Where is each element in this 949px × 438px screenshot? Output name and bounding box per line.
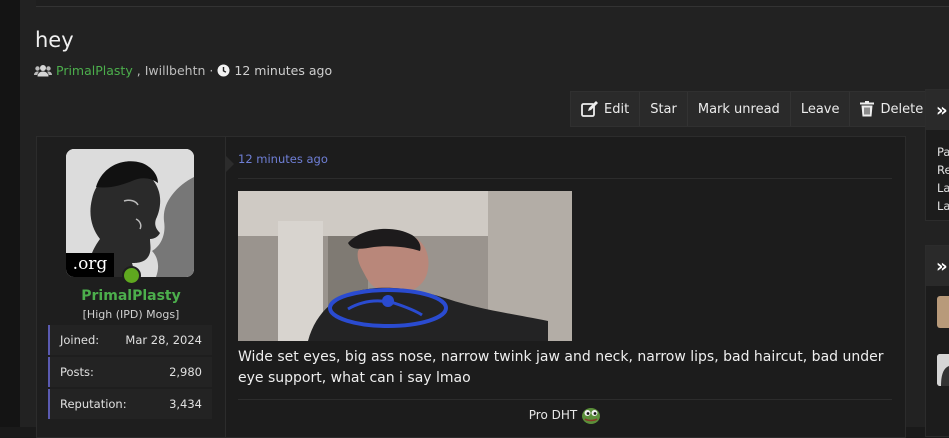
mark-unread-label: Mark unread (697, 101, 780, 117)
mark-unread-button[interactable]: Mark unread (688, 92, 791, 126)
pepe-emoji-icon (581, 406, 601, 424)
stat-reputation: Reputation: 3,434 (48, 389, 212, 419)
user-info-column: .org PrimalPlasty [High (IPD) Mogs] Join… (37, 137, 226, 437)
participant-avatar[interactable] (937, 354, 949, 386)
sidebar-line: La (937, 181, 949, 195)
participant-link-1[interactable]: PrimalPlasty (56, 63, 133, 78)
users-icon (34, 64, 52, 77)
sidebar-line: Pa (937, 145, 949, 159)
user-title: [High (IPD) Mogs] (82, 308, 180, 321)
participant-link-2[interactable]: Iwillbehtn (145, 63, 206, 78)
thread-title: hey (35, 28, 74, 52)
trash-icon (860, 101, 875, 117)
edit-icon (581, 101, 598, 117)
post-image[interactable] (238, 191, 572, 341)
participant-avatar[interactable] (937, 296, 949, 328)
edit-label: Edit (604, 101, 630, 117)
message-post: .org PrimalPlasty [High (IPD) Mogs] Join… (36, 136, 906, 438)
sidebar-toggle-button[interactable]: » (926, 90, 949, 130)
post-divider (238, 178, 892, 179)
left-gutter (0, 0, 20, 427)
online-status-indicator (122, 266, 141, 285)
star-label: Star (650, 101, 677, 117)
top-strip (36, 0, 949, 7)
avatar-org-label: .org (66, 253, 114, 277)
delete-button[interactable]: Delete (850, 92, 933, 126)
sidebar-toggle-button[interactable]: » (926, 246, 949, 286)
thread-meta: PrimalPlasty, Iwillbehtn · 12 minutes ag… (34, 63, 332, 78)
sidebar-block-info: » Pa Re La La (925, 89, 949, 221)
post-signature: Pro DHT (238, 406, 892, 424)
post-timestamp[interactable]: 12 minutes ago (238, 152, 328, 166)
thread-toolbar: Edit Star Mark unread Leave Delete (570, 91, 935, 127)
sidebar-line: La (937, 199, 949, 213)
stat-label: Reputation: (60, 397, 127, 411)
edit-button[interactable]: Edit (571, 92, 641, 126)
signature-divider (238, 399, 892, 400)
stat-value: 2,980 (169, 365, 202, 379)
stat-label: Posts: (60, 365, 94, 379)
stat-label: Joined: (60, 333, 100, 347)
user-col-arrow (225, 155, 234, 173)
avatar[interactable]: .org (66, 149, 194, 277)
delete-label: Delete (880, 101, 924, 117)
stat-posts: Posts: 2,980 (48, 357, 212, 387)
signature-text: Pro DHT (528, 408, 578, 422)
thread-time: 12 minutes ago (234, 63, 333, 78)
clock-icon (217, 64, 230, 77)
stat-value: Mar 28, 2024 (125, 333, 202, 347)
post-body: Wide set eyes, big ass nose, narrow twin… (238, 349, 884, 386)
leave-button[interactable]: Leave (791, 92, 851, 126)
stat-joined: Joined: Mar 28, 2024 (48, 325, 212, 355)
post-username[interactable]: PrimalPlasty (37, 288, 225, 304)
sidebar-block-participants: » (925, 245, 949, 437)
leave-label: Leave (800, 101, 840, 117)
star-button[interactable]: Star (640, 92, 688, 126)
sidebar-line: Re (937, 163, 949, 177)
stat-value: 3,434 (169, 397, 202, 411)
participant-separator: , (136, 63, 141, 78)
meta-dot: · (209, 63, 214, 78)
